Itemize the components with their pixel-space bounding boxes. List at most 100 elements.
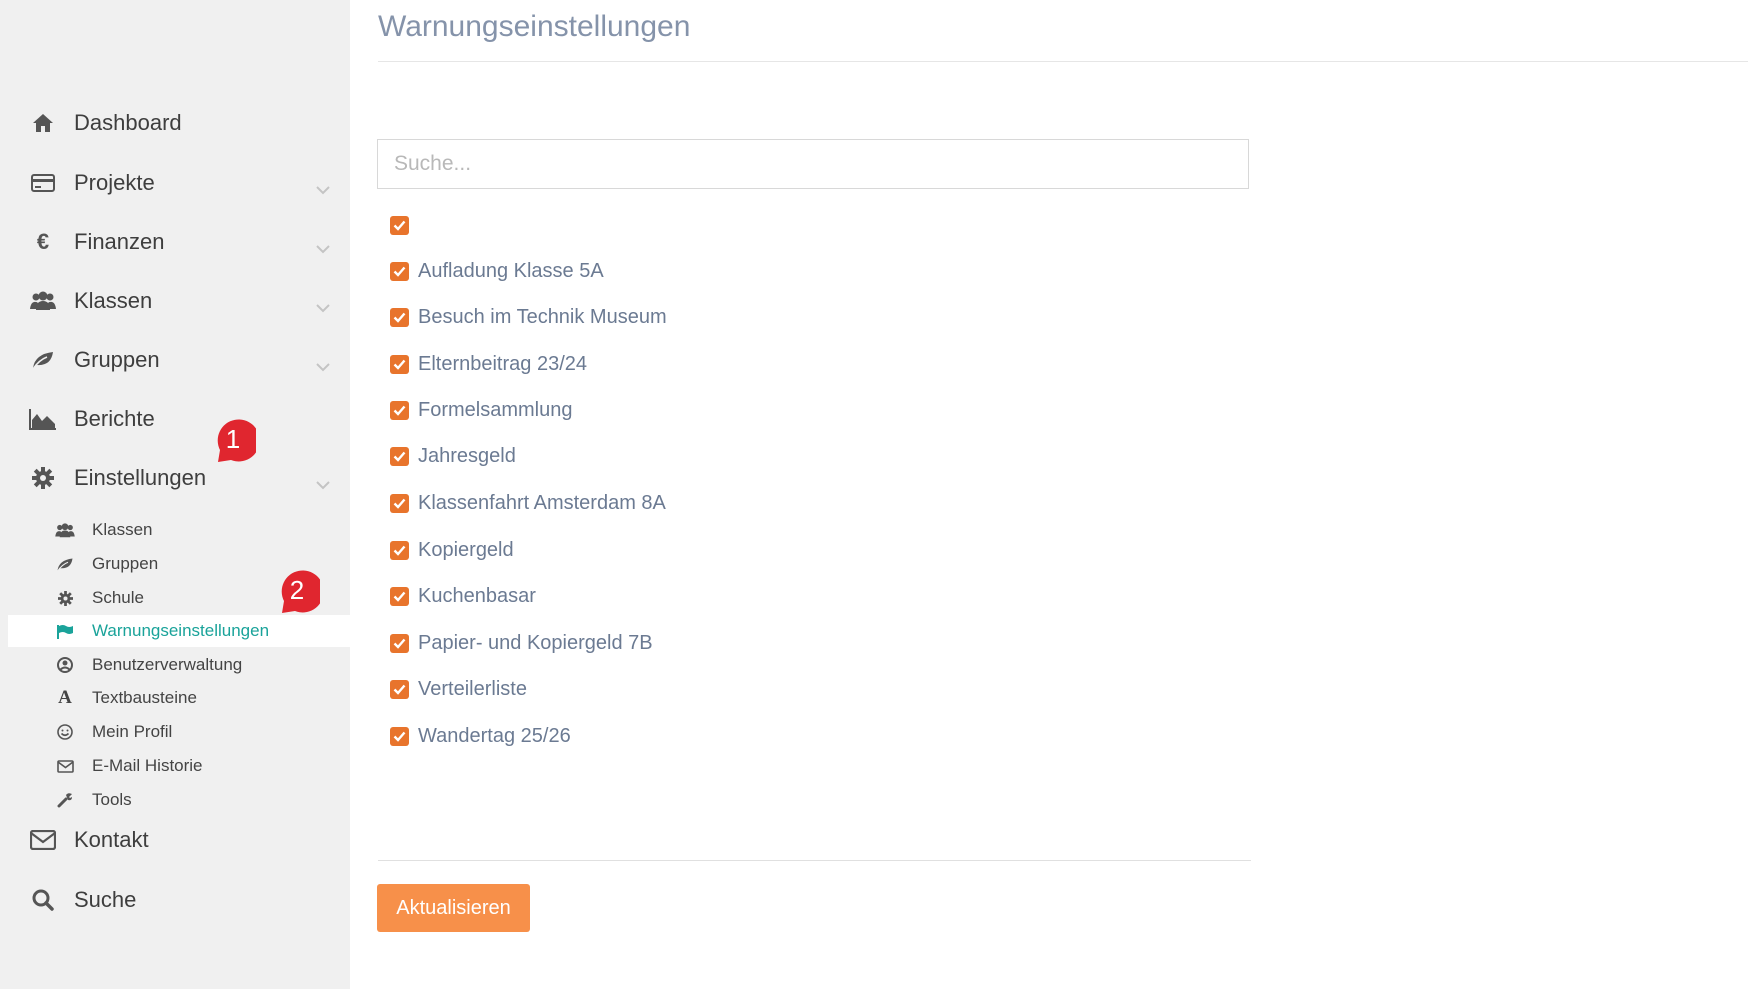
submenu-label: Tools bbox=[92, 790, 132, 809]
checkbox-item[interactable]: Formelsammlung bbox=[390, 395, 572, 425]
nav-kontakt[interactable]: Kontakt bbox=[28, 822, 340, 858]
chevron-down-icon bbox=[316, 470, 330, 496]
submenu-label: Gruppen bbox=[92, 554, 159, 573]
chevron-down-icon bbox=[316, 293, 330, 319]
checkmark-icon[interactable] bbox=[390, 586, 409, 606]
wrench-icon bbox=[54, 792, 76, 808]
user-circle-icon bbox=[54, 657, 76, 673]
submenu-mein-profil[interactable]: Mein Profil bbox=[8, 716, 350, 748]
submenu-label: E-Mail Historie bbox=[92, 756, 203, 775]
checkbox-label: Wandertag 25/26 bbox=[418, 724, 571, 747]
checkmark-icon[interactable] bbox=[390, 493, 409, 513]
checkbox-label: Kuchenbasar bbox=[418, 584, 536, 607]
checkbox-label: Verteilerliste bbox=[418, 677, 527, 700]
euro-icon: € bbox=[36, 229, 50, 254]
checkbox-item[interactable]: Aufladung Klasse 5A bbox=[390, 256, 604, 286]
chevron-down-icon bbox=[316, 234, 330, 260]
nav-label: Kontakt bbox=[74, 827, 149, 852]
checkmark-icon[interactable] bbox=[390, 354, 409, 374]
users-icon bbox=[54, 522, 76, 538]
checkbox-label: Besuch im Technik Museum bbox=[418, 305, 667, 328]
nav-gruppen[interactable]: Gruppen bbox=[28, 342, 340, 378]
gear-icon bbox=[54, 590, 76, 606]
nav-label: Einstellungen bbox=[74, 465, 207, 490]
submenu-label: Textbausteine bbox=[92, 688, 197, 707]
checkbox-label: Klassenfahrt Amsterdam 8A bbox=[418, 491, 666, 514]
nav-einstellungen[interactable]: Einstellungen bbox=[28, 460, 340, 496]
checkmark-icon[interactable] bbox=[390, 540, 409, 560]
nav-finanzen[interactable]: € Finanzen bbox=[28, 224, 340, 260]
nav-label: Klassen bbox=[74, 288, 153, 313]
chevron-down-icon bbox=[316, 175, 330, 201]
checkbox-item[interactable]: Kopiergeld bbox=[390, 535, 514, 565]
nav-berichte[interactable]: Berichte bbox=[28, 401, 340, 437]
nav-dashboard[interactable]: Dashboard bbox=[28, 105, 340, 141]
checkbox-item[interactable]: Elternbeitrag 23/24 bbox=[390, 349, 587, 379]
step-badge-1: 1 bbox=[210, 418, 260, 473]
envelope-icon bbox=[28, 827, 58, 853]
submenu-textbausteine[interactable]: A Textbausteine bbox=[8, 682, 350, 714]
select-all-checkbox[interactable] bbox=[390, 210, 418, 240]
svg-text:2: 2 bbox=[290, 575, 304, 605]
checkbox-label: Elternbeitrag 23/24 bbox=[418, 352, 588, 375]
nav-label: Suche bbox=[74, 887, 137, 912]
checkmark-icon[interactable] bbox=[390, 679, 409, 699]
step-badge-2: 2 bbox=[274, 569, 324, 624]
page-title: Warnungseinstellungen bbox=[378, 10, 691, 43]
checkbox-item[interactable]: Verteilerliste bbox=[390, 674, 527, 704]
checkbox-label: Formelsammlung bbox=[418, 398, 573, 421]
nav-label: Projekte bbox=[74, 170, 155, 195]
flag-icon bbox=[54, 624, 76, 639]
smiley-icon bbox=[54, 724, 76, 740]
form-divider bbox=[378, 860, 1251, 861]
nav-label: Dashboard bbox=[74, 110, 182, 135]
submenu-email-historie[interactable]: E-Mail Historie bbox=[8, 750, 350, 782]
nav-projekte[interactable]: Projekte bbox=[28, 165, 340, 201]
sidebar: Dashboard Projekte € Finanzen Klassen Gr… bbox=[0, 0, 350, 989]
update-button[interactable]: Aktualisieren bbox=[377, 884, 530, 932]
checkbox-item[interactable]: Papier- und Kopiergeld 7B bbox=[390, 628, 653, 658]
chevron-down-icon bbox=[316, 352, 330, 378]
credit-card-icon bbox=[28, 170, 58, 196]
search-icon bbox=[28, 887, 58, 913]
checkbox-label: Jahresgeld bbox=[418, 444, 516, 467]
area-chart-icon bbox=[28, 406, 58, 432]
home-icon bbox=[28, 110, 58, 136]
nav-label: Finanzen bbox=[74, 229, 165, 254]
checkbox-label: Aufladung Klasse 5A bbox=[418, 259, 604, 282]
checkmark-icon[interactable] bbox=[390, 726, 409, 746]
checkmark-icon[interactable] bbox=[390, 446, 409, 466]
submenu-label: Mein Profil bbox=[92, 722, 173, 741]
checkmark-icon[interactable] bbox=[390, 633, 409, 653]
checkmark-icon[interactable] bbox=[390, 261, 409, 281]
checkbox-item[interactable]: Wandertag 25/26 bbox=[390, 721, 571, 751]
submenu-label: Benutzerverwaltung bbox=[92, 655, 243, 674]
nav-klassen[interactable]: Klassen bbox=[28, 283, 340, 319]
submenu-benutzerverwaltung[interactable]: Benutzerverwaltung bbox=[8, 649, 350, 681]
checkmark-icon[interactable] bbox=[390, 400, 409, 420]
checkmark-icon[interactable] bbox=[390, 307, 409, 327]
users-icon bbox=[28, 288, 58, 314]
submenu-tools[interactable]: Tools bbox=[8, 784, 350, 816]
search-input[interactable] bbox=[377, 139, 1249, 189]
checkbox-item[interactable]: Besuch im Technik Museum bbox=[390, 302, 667, 332]
leaf-icon bbox=[28, 347, 58, 373]
submenu-label: Warnungseinstellungen bbox=[92, 621, 270, 640]
submenu-label: Schule bbox=[92, 588, 144, 607]
submenu-label: Klassen bbox=[92, 520, 153, 539]
nav-suche[interactable]: Suche bbox=[28, 882, 340, 918]
checkbox-item[interactable]: Kuchenbasar bbox=[390, 581, 536, 611]
leaf-icon bbox=[54, 557, 76, 572]
checkbox-item[interactable]: Jahresgeld bbox=[390, 441, 516, 471]
nav-label: Gruppen bbox=[74, 347, 160, 372]
gear-icon bbox=[28, 465, 58, 491]
nav-label: Berichte bbox=[74, 406, 155, 431]
font-icon: A bbox=[58, 687, 72, 708]
title-divider bbox=[378, 61, 1748, 62]
checkmark-icon[interactable] bbox=[390, 215, 409, 235]
checkbox-item[interactable]: Klassenfahrt Amsterdam 8A bbox=[390, 488, 666, 518]
checkbox-label: Papier- und Kopiergeld 7B bbox=[418, 631, 653, 654]
envelope-icon bbox=[54, 759, 76, 773]
svg-text:1: 1 bbox=[226, 424, 240, 454]
submenu-klassen[interactable]: Klassen bbox=[8, 514, 350, 546]
